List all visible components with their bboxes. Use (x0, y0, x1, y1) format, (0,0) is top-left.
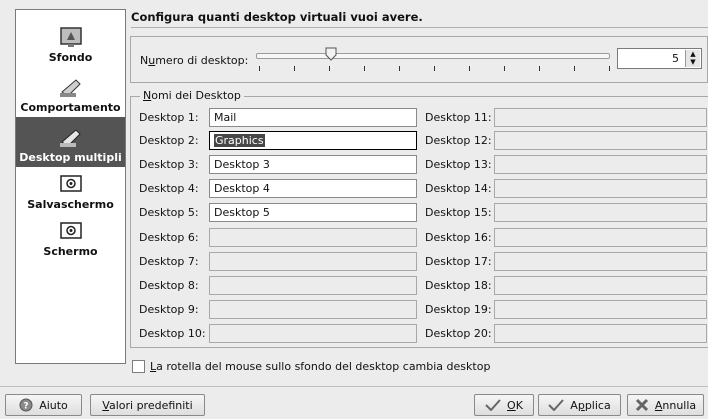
behavior-icon (58, 76, 84, 98)
desktop-count-slider[interactable] (256, 53, 610, 59)
cancel-button-label: Annulla (654, 398, 697, 412)
desktop-3-name-input[interactable]: Desktop 3 (209, 155, 417, 174)
header-divider (131, 27, 708, 28)
ok-button[interactable]: OK (474, 394, 534, 416)
slider-tick (574, 66, 575, 71)
desktop-4-label: Desktop 4: (139, 182, 199, 195)
slider-tick (609, 66, 610, 71)
spin-buttons[interactable]: ▲ ▼ (685, 50, 700, 67)
desktop-17-name-input (494, 252, 707, 271)
desktop-16-label: Desktop 16: (425, 231, 492, 244)
sidebar-item-label: Sfondo (48, 51, 93, 64)
desktop-8-label: Desktop 8: (139, 279, 199, 292)
desktop-1-name-input[interactable]: Mail (209, 108, 417, 127)
screensaver-icon (58, 173, 84, 195)
sidebar-item-sfondo[interactable]: Sfondo (16, 10, 125, 67)
svg-text:?: ? (24, 402, 29, 412)
spin-down-icon[interactable]: ▼ (686, 58, 700, 66)
sidebar-item-salvaschermo[interactable]: Salvaschermo (16, 167, 125, 214)
sidebar-item-label: Comportamento (20, 101, 121, 114)
cancel-button[interactable]: Annulla (627, 394, 704, 416)
apply-button[interactable]: Applica (538, 394, 621, 416)
slider-tick (259, 66, 260, 71)
desktop-20-label: Desktop 20: (425, 327, 492, 340)
wheel-switch-option[interactable]: La rotella del mouse sullo sfondo del de… (132, 360, 490, 373)
desktop-count-spinbox[interactable]: 5 ▲ ▼ (617, 48, 702, 69)
desktop-5-name-input[interactable]: Desktop 5 (209, 203, 417, 222)
desktop-11-name-input (494, 108, 707, 127)
sidebar-item-label: Schermo (43, 245, 98, 258)
desktop-2-label: Desktop 2: (139, 134, 199, 147)
sidebar-item-comportamento[interactable]: Comportamento (16, 67, 125, 117)
desktop-5-label: Desktop 5: (139, 206, 199, 219)
sidebar: Sfondo Comportamento Desktop multipli Sa… (15, 9, 126, 364)
desktop-14-label: Desktop 14: (425, 182, 492, 195)
bottom-divider (0, 386, 708, 387)
desktop-1-label: Desktop 1: (139, 111, 199, 124)
desktop-count-box: Numero di desktop: 5 ▲ ▼ (130, 36, 708, 83)
desktop-13-label: Desktop 13: (425, 158, 492, 171)
desktop-18-label: Desktop 18: (425, 279, 492, 292)
page-title: Configura quanti desktop virtuali vuoi a… (131, 10, 423, 24)
wheel-switch-label[interactable]: La rotella del mouse sullo sfondo del de… (150, 360, 490, 373)
desktop-15-label: Desktop 15: (425, 206, 492, 219)
slider-tick (329, 66, 330, 71)
desktop-9-label: Desktop 9: (139, 303, 199, 316)
desktop-count-value: 5 (672, 52, 679, 65)
desktop-6-name-input (209, 228, 417, 247)
slider-tick (469, 66, 470, 71)
slider-tick (539, 66, 540, 71)
desktop-count-label: Numero di desktop: (140, 54, 249, 67)
check-icon (485, 399, 501, 411)
defaults-button[interactable]: Valori predefiniti (90, 394, 205, 416)
help-button[interactable]: ? Aiuto (5, 394, 82, 416)
slider-tick (504, 66, 505, 71)
desktop-4-name-input[interactable]: Desktop 4 (209, 179, 417, 198)
desktop-19-name-input (494, 300, 707, 319)
desktop-15-name-input (494, 203, 707, 222)
wheel-switch-checkbox[interactable] (132, 360, 145, 373)
desktop-2-name-input[interactable]: Graphics (209, 131, 417, 150)
desktop-18-name-input (494, 276, 707, 295)
slider-tick (399, 66, 400, 71)
display-icon (58, 220, 84, 242)
desktop-7-name-input (209, 252, 417, 271)
sidebar-item-label: Desktop multipli (19, 151, 122, 164)
desktop-11-label: Desktop 11: (425, 111, 492, 124)
desktop-16-name-input (494, 228, 707, 247)
desktop-9-name-input (209, 300, 417, 319)
desktop-7-label: Desktop 7: (139, 255, 199, 268)
help-icon: ? (19, 398, 33, 412)
desktop-19-label: Desktop 19: (425, 303, 492, 316)
slider-tick (294, 66, 295, 71)
desktop-17-label: Desktop 17: (425, 255, 492, 268)
desktop-8-name-input (209, 276, 417, 295)
desktop-12-label: Desktop 12: (425, 134, 492, 147)
slider-tick (364, 66, 365, 71)
desktop-13-name-input (494, 155, 707, 174)
desktop-6-label: Desktop 6: (139, 231, 199, 244)
desktop-10-name-input (209, 324, 417, 343)
desktop-names-legend: Nomi dei Desktop (140, 89, 244, 102)
sidebar-item-schermo[interactable]: Schermo (16, 214, 125, 261)
ok-button-label: OK (507, 398, 523, 412)
sidebar-item-desktop-multipli[interactable]: Desktop multipli (16, 117, 125, 167)
defaults-button-label: Valori predefiniti (102, 398, 193, 412)
desktop-10-label: Desktop 10: (139, 327, 206, 340)
slider-tick (434, 66, 435, 71)
desktop-3-label: Desktop 3: (139, 158, 199, 171)
cancel-icon (635, 398, 649, 412)
spin-up-icon[interactable]: ▲ (686, 50, 700, 58)
apply-button-label: Applica (570, 398, 611, 412)
multiple-desktops-icon (58, 126, 84, 148)
slider-handle[interactable] (325, 47, 337, 61)
desktop-14-name-input (494, 179, 707, 198)
help-button-label: Aiuto (39, 398, 68, 412)
check-icon (548, 399, 565, 411)
sidebar-item-label: Salvaschermo (27, 198, 114, 211)
desktop-12-name-input (494, 131, 707, 150)
selected-text: Graphics (214, 134, 265, 147)
wallpaper-icon (58, 26, 84, 48)
desktop-20-name-input (494, 324, 707, 343)
